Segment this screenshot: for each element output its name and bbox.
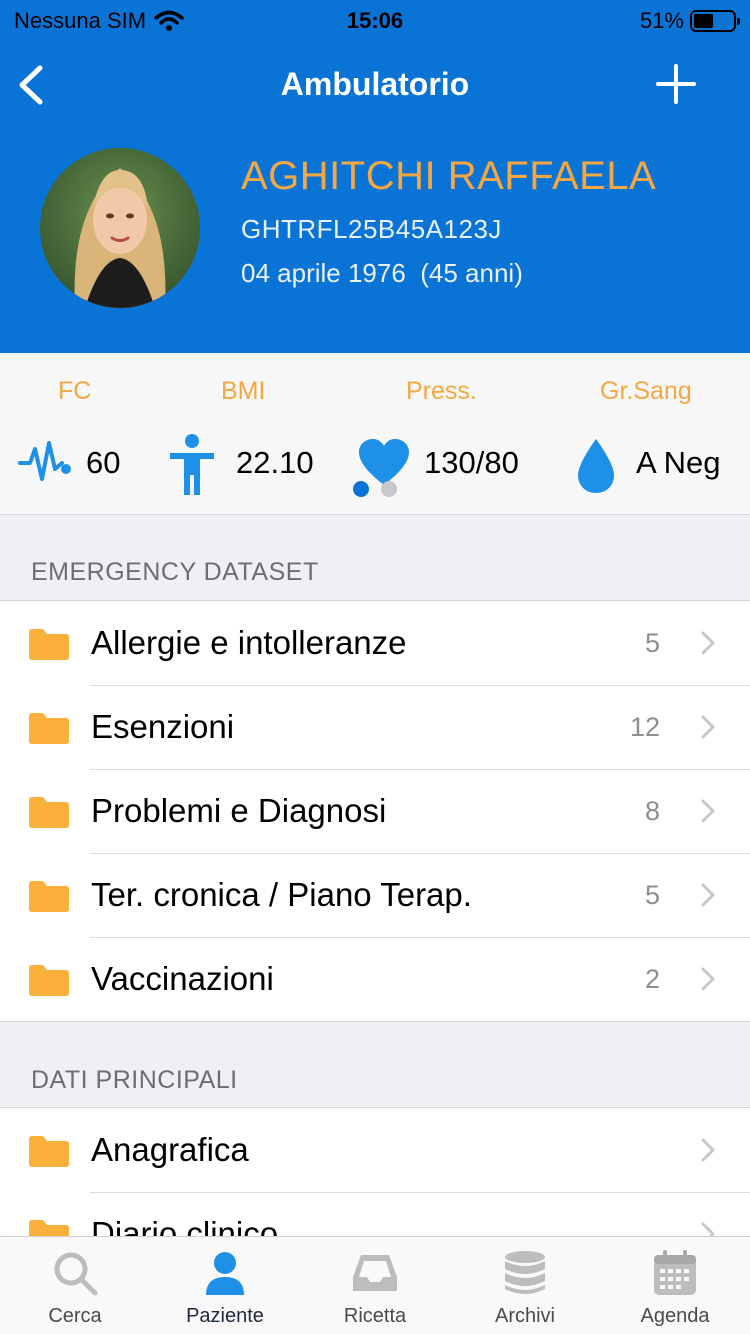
patient-birth-date: 04 aprile 1976 (45 anni) bbox=[241, 258, 523, 288]
tab-label: Paziente bbox=[186, 1305, 264, 1327]
tab-label: Cerca bbox=[48, 1305, 102, 1327]
list-item-label: Ter. cronica / Piano Terap. bbox=[91, 876, 472, 913]
vitals-panel[interactable]: FC 60 BMI 22.10 Press. 130/80 Gr.Sang A … bbox=[0, 353, 750, 515]
list-item-count: 2 bbox=[644, 963, 660, 994]
list-item-count: 8 bbox=[644, 795, 660, 826]
vital-value: 130/80 bbox=[424, 445, 519, 480]
tab-label: Agenda bbox=[640, 1305, 710, 1327]
chevron-right-icon bbox=[701, 799, 715, 823]
vital-label: FC bbox=[58, 377, 92, 405]
folder-icon bbox=[29, 965, 69, 996]
patient-header: Ambulatorio AGHITCHI RAFFAELA GHTRFL25B4… bbox=[0, 40, 750, 353]
page-title: Ambulatorio bbox=[280, 66, 470, 102]
patient-fiscal-code: GHTRFL25B45A123J bbox=[241, 214, 502, 244]
folder-icon bbox=[29, 797, 69, 828]
status-bar: Nessuna SIM 15:06 51% bbox=[0, 0, 750, 40]
list-item-count: 12 bbox=[629, 711, 660, 742]
tab-label: Archivi bbox=[494, 1305, 555, 1327]
heartbeat-icon bbox=[18, 441, 71, 481]
folder-icon bbox=[29, 881, 69, 912]
person-icon bbox=[206, 1252, 244, 1295]
tab-ricetta[interactable]: Ricetta bbox=[300, 1237, 450, 1334]
list-item-count: 5 bbox=[644, 879, 660, 910]
list-item-label: Vaccinazioni bbox=[91, 960, 274, 997]
section-header-main-data: DATI PRINCIPALI bbox=[31, 1066, 238, 1094]
list-item[interactable]: Vaccinazioni 2 bbox=[0, 937, 750, 1021]
page-dot[interactable] bbox=[381, 481, 397, 497]
avatar-image bbox=[40, 148, 200, 308]
patient-name: AGHITCHI RAFFAELA bbox=[241, 154, 657, 198]
battery-percent: 51% bbox=[639, 8, 684, 33]
vital-value: A Neg bbox=[636, 445, 721, 480]
folder-icon bbox=[29, 1136, 69, 1167]
tab-label: Ricetta bbox=[343, 1305, 407, 1327]
battery-fill bbox=[694, 14, 714, 28]
avatar bbox=[40, 148, 200, 308]
chevron-right-icon bbox=[701, 883, 715, 907]
list-item[interactable]: Esenzioni 12 bbox=[0, 685, 750, 769]
vital-value: 22.10 bbox=[236, 445, 314, 480]
chevron-right-icon bbox=[701, 631, 715, 655]
vital-label: BMI bbox=[221, 377, 266, 405]
search-icon bbox=[54, 1252, 98, 1296]
chevron-right-icon bbox=[701, 715, 715, 739]
battery-group: 51% bbox=[639, 8, 740, 34]
list-item[interactable]: Anagrafica bbox=[0, 1108, 750, 1192]
list-item[interactable]: Problemi e Diagnosi 8 bbox=[0, 769, 750, 853]
heart-icon bbox=[359, 439, 409, 485]
vital-label: Gr.Sang bbox=[600, 377, 692, 405]
list-item-label: Problemi e Diagnosi bbox=[91, 792, 387, 829]
inbox-icon bbox=[353, 1255, 397, 1291]
tab-paziente[interactable]: Paziente bbox=[150, 1237, 300, 1334]
tab-bar: Cerca Paziente Ricetta Archivi Agenda bbox=[0, 1236, 750, 1334]
status-time: 15:06 bbox=[346, 8, 404, 33]
list-item-label: Allergie e intolleranze bbox=[91, 624, 407, 661]
tab-archivi[interactable]: Archivi bbox=[450, 1237, 600, 1334]
vital-label: Press. bbox=[406, 377, 477, 405]
folder-icon bbox=[29, 629, 69, 660]
list-item-label: Esenzioni bbox=[91, 708, 235, 745]
page-indicator[interactable] bbox=[0, 481, 750, 497]
tab-cerca[interactable]: Cerca bbox=[0, 1237, 150, 1334]
emergency-list: Allergie e intolleranze 5 Esenzioni 12 P… bbox=[0, 600, 750, 1022]
chevron-right-icon bbox=[701, 1138, 715, 1162]
folder-icon bbox=[29, 713, 69, 744]
list-item-label: Anagrafica bbox=[91, 1131, 249, 1168]
plus-icon[interactable] bbox=[654, 62, 698, 106]
list-item-count: 5 bbox=[644, 627, 660, 658]
battery-icon bbox=[690, 10, 740, 32]
calendar-icon bbox=[654, 1250, 696, 1295]
section-header-emergency: EMERGENCY DATASET bbox=[31, 558, 319, 586]
chevron-right-icon bbox=[701, 967, 715, 991]
database-icon bbox=[505, 1251, 545, 1294]
list-item[interactable]: Ter. cronica / Piano Terap. 5 bbox=[0, 853, 750, 937]
list-item[interactable]: Allergie e intolleranze 5 bbox=[0, 601, 750, 685]
tab-agenda[interactable]: Agenda bbox=[600, 1237, 750, 1334]
page-dot-active[interactable] bbox=[353, 481, 369, 497]
vital-value: 60 bbox=[86, 445, 121, 480]
